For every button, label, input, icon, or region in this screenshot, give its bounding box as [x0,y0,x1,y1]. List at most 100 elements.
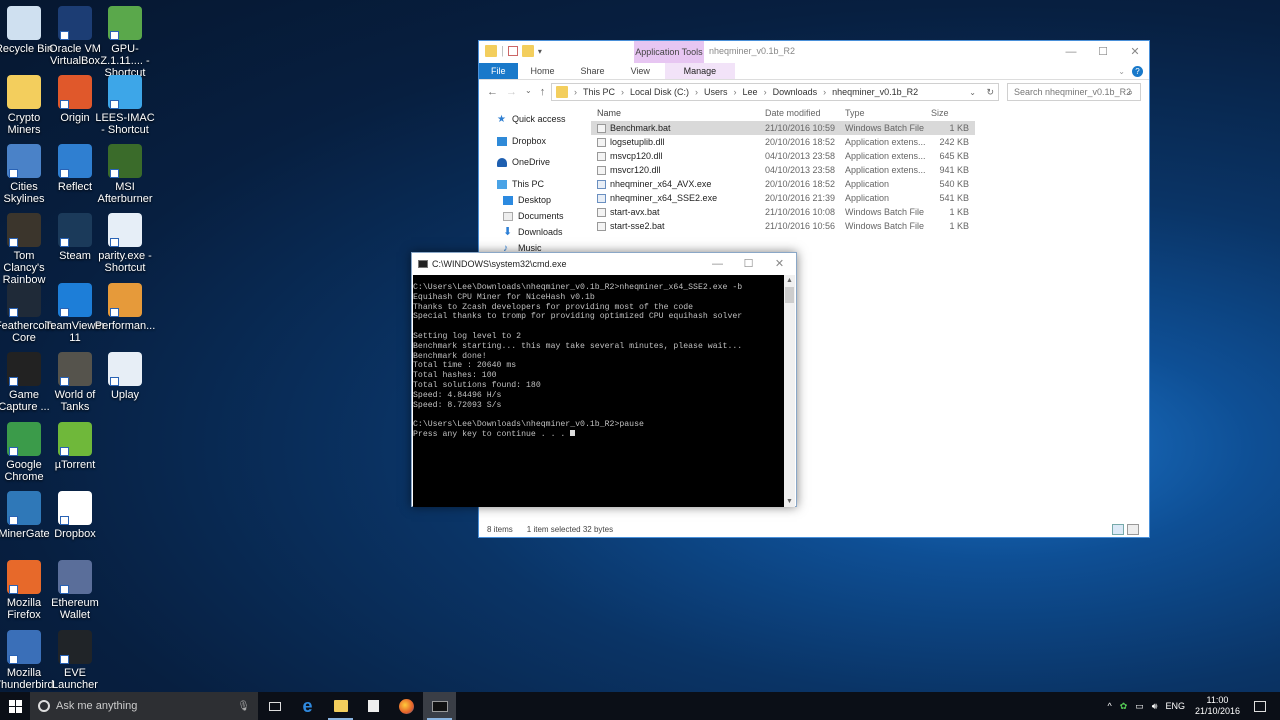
column-name[interactable]: Name [591,108,765,118]
new-folder-icon[interactable] [521,45,534,57]
language-indicator[interactable]: ENG [1165,701,1185,711]
nav-documents[interactable]: Documents [503,211,564,221]
back-icon[interactable]: ← [487,86,498,98]
desktop-icon-ethereum-wallet[interactable]: Ethereum Wallet [43,560,107,621]
shortcut-arrow-icon [60,169,69,178]
desktop-icon-uplay[interactable]: Uplay [93,352,157,401]
folder-icon [556,86,568,98]
file-row[interactable]: msvcr120.dll 04/10/2013 23:58 Applicatio… [591,163,1151,177]
desktop-icon-gpu-z-1-11-shortcut[interactable]: GPU-Z.1.11.... - Shortcut [93,6,157,79]
console-line: Benchmark done! [413,351,487,361]
column-date-modified[interactable]: Date modified [765,108,845,118]
column-type[interactable]: Type [845,108,931,118]
desktop-icon-label: Uplay [110,389,140,401]
up-icon[interactable]: ↑ [540,86,546,98]
details-view-icon[interactable] [1112,524,1124,535]
file-row[interactable]: Benchmark.bat 21/10/2016 10:59 Windows B… [591,121,975,135]
nav-downloads[interactable]: ⬇ Downloads [503,226,563,237]
cmd-maximize-button[interactable]: ☐ [733,253,764,275]
clock[interactable]: 11:00 21/10/2016 [1195,695,1240,717]
action-center-icon[interactable] [1254,700,1266,712]
breadcrumb-separator[interactable]: › [764,87,767,97]
file-explorer-taskbar-button[interactable] [324,692,357,720]
large-icons-view-icon[interactable] [1127,524,1139,535]
address-dropdown-icon[interactable]: ⌄ [969,88,976,97]
app-icon [58,560,92,594]
desktop-icon--torrent[interactable]: µTorrent [43,422,107,471]
microphone-icon[interactable]: 🎙︎ [237,701,250,712]
nav-quick-access[interactable]: ★ Quick access [497,114,566,124]
breadcrumb-item[interactable]: Users [704,87,728,97]
scrollbar-thumb[interactable] [785,287,794,303]
nav-this-pc[interactable]: This PC [497,179,544,189]
tab-manage[interactable]: Manage [664,63,735,79]
minimize-button[interactable]: — [1055,41,1087,63]
window-title: nheqminer_v0.1b_R2 [709,46,796,56]
task-view-button[interactable] [258,692,291,720]
tab-view[interactable]: View [618,66,663,76]
desktop-icon-lees-imac-shortcut[interactable]: LEES-IMAC - Shortcut [93,75,157,136]
nav-desktop[interactable]: Desktop [503,195,551,205]
file-row[interactable]: logsetuplib.dll 20/10/2016 18:52 Applica… [591,135,1151,149]
tab-file[interactable]: File [479,63,518,79]
refresh-icon[interactable]: ↻ [986,87,994,98]
dropbox-tray-icon[interactable]: ✿ [1120,701,1128,712]
breadcrumb-separator[interactable]: › [823,87,826,97]
file-name-cell: nheqminer_x64_AVX.exe [591,179,765,189]
nav-onedrive[interactable]: OneDrive [497,157,550,167]
breadcrumb-separator[interactable]: › [734,87,737,97]
cmd-scrollbar[interactable]: ▲ ▼ [784,275,795,507]
desktop-icon-parity-exe-shortcut[interactable]: parity.exe - Shortcut [93,213,157,274]
cortana-search-box[interactable]: Ask me anything 🎙︎ [30,692,258,720]
desktop-icon-dropbox[interactable]: Dropbox [43,491,107,540]
shortcut-arrow-icon [60,100,69,109]
scroll-up-icon[interactable]: ▲ [784,277,795,284]
store-taskbar-button[interactable] [357,692,390,720]
breadcrumb-item[interactable]: nheqminer_v0.1b_R2 [832,87,918,97]
scroll-down-icon[interactable]: ▼ [784,498,795,505]
customize-qat-icon[interactable]: ▾ [538,47,542,56]
breadcrumb-item[interactable]: This PC [583,87,615,97]
file-row[interactable]: nheqminer_x64_AVX.exe 20/10/2016 18:52 A… [591,177,1151,191]
firefox-taskbar-button[interactable] [390,692,423,720]
address-bar[interactable]: › This PC › Local Disk (C:) › Users › Lee › Downl… [551,83,999,101]
recent-locations-icon[interactable]: ⌄ [525,86,532,98]
network-icon[interactable]: ▭ [1135,701,1144,712]
close-button[interactable]: ✕ [1119,41,1151,63]
breadcrumb-item[interactable]: Lee [743,87,758,97]
cmd-minimize-button[interactable]: — [702,253,733,275]
breadcrumb-separator[interactable]: › [574,87,577,97]
explorer-title-bar[interactable]: | ▾ Application Tools nheqminer_v0.1b_R2… [479,41,1149,63]
breadcrumb-item[interactable]: Local Disk (C:) [630,87,689,97]
file-row[interactable]: msvcp120.dll 04/10/2013 23:58 Applicatio… [591,149,1151,163]
file-date: 21/10/2016 10:56 [765,221,836,231]
show-hidden-icons[interactable]: ^ [1107,701,1111,711]
column-size[interactable]: Size [931,108,969,118]
cmd-title-bar[interactable]: C:\WINDOWS\system32\cmd.exe — ☐ ✕ [412,253,796,275]
desktop-icon-eve-launcher[interactable]: EVE Launcher [43,630,107,691]
console-output[interactable]: C:\Users\Lee\Downloads\nheqminer_v0.1b_R… [413,275,785,507]
desktop-icon-msi-afterburner[interactable]: MSI Afterburner [93,144,157,205]
start-button[interactable] [0,692,30,720]
tab-home[interactable]: Home [518,66,568,76]
file-row[interactable]: nheqminer_x64_SSE2.exe 20/10/2016 21:39 … [591,191,1151,205]
volume-icon[interactable]: 🔊︎ [1152,701,1158,712]
cmd-taskbar-button[interactable] [423,692,456,720]
expand-ribbon-icon[interactable]: ⌄ [1118,67,1125,76]
help-icon[interactable]: ? [1132,65,1143,77]
edge-taskbar-button[interactable]: e [291,692,324,720]
breadcrumb-separator[interactable]: › [621,87,624,97]
tab-share[interactable]: Share [568,66,618,76]
breadcrumb-separator[interactable]: › [695,87,698,97]
cmd-close-button[interactable]: ✕ [764,253,795,275]
file-name: nheqminer_x64_SSE2.exe [610,193,718,203]
nav-dropbox[interactable]: Dropbox [497,136,546,146]
properties-icon[interactable] [507,46,518,56]
desktop-icon-performan[interactable]: Performan... [93,283,157,332]
file-row[interactable]: start-avx.bat 21/10/2016 10:08 Windows B… [591,205,1151,219]
breadcrumb-item[interactable]: Downloads [773,87,818,97]
forward-icon[interactable]: → [506,86,517,98]
search-input[interactable]: Search nheqminer_v0.1b_R2 [1007,83,1141,101]
file-row[interactable]: start-sse2.bat 21/10/2016 10:56 Windows … [591,219,1151,233]
maximize-button[interactable]: ☐ [1087,41,1119,63]
